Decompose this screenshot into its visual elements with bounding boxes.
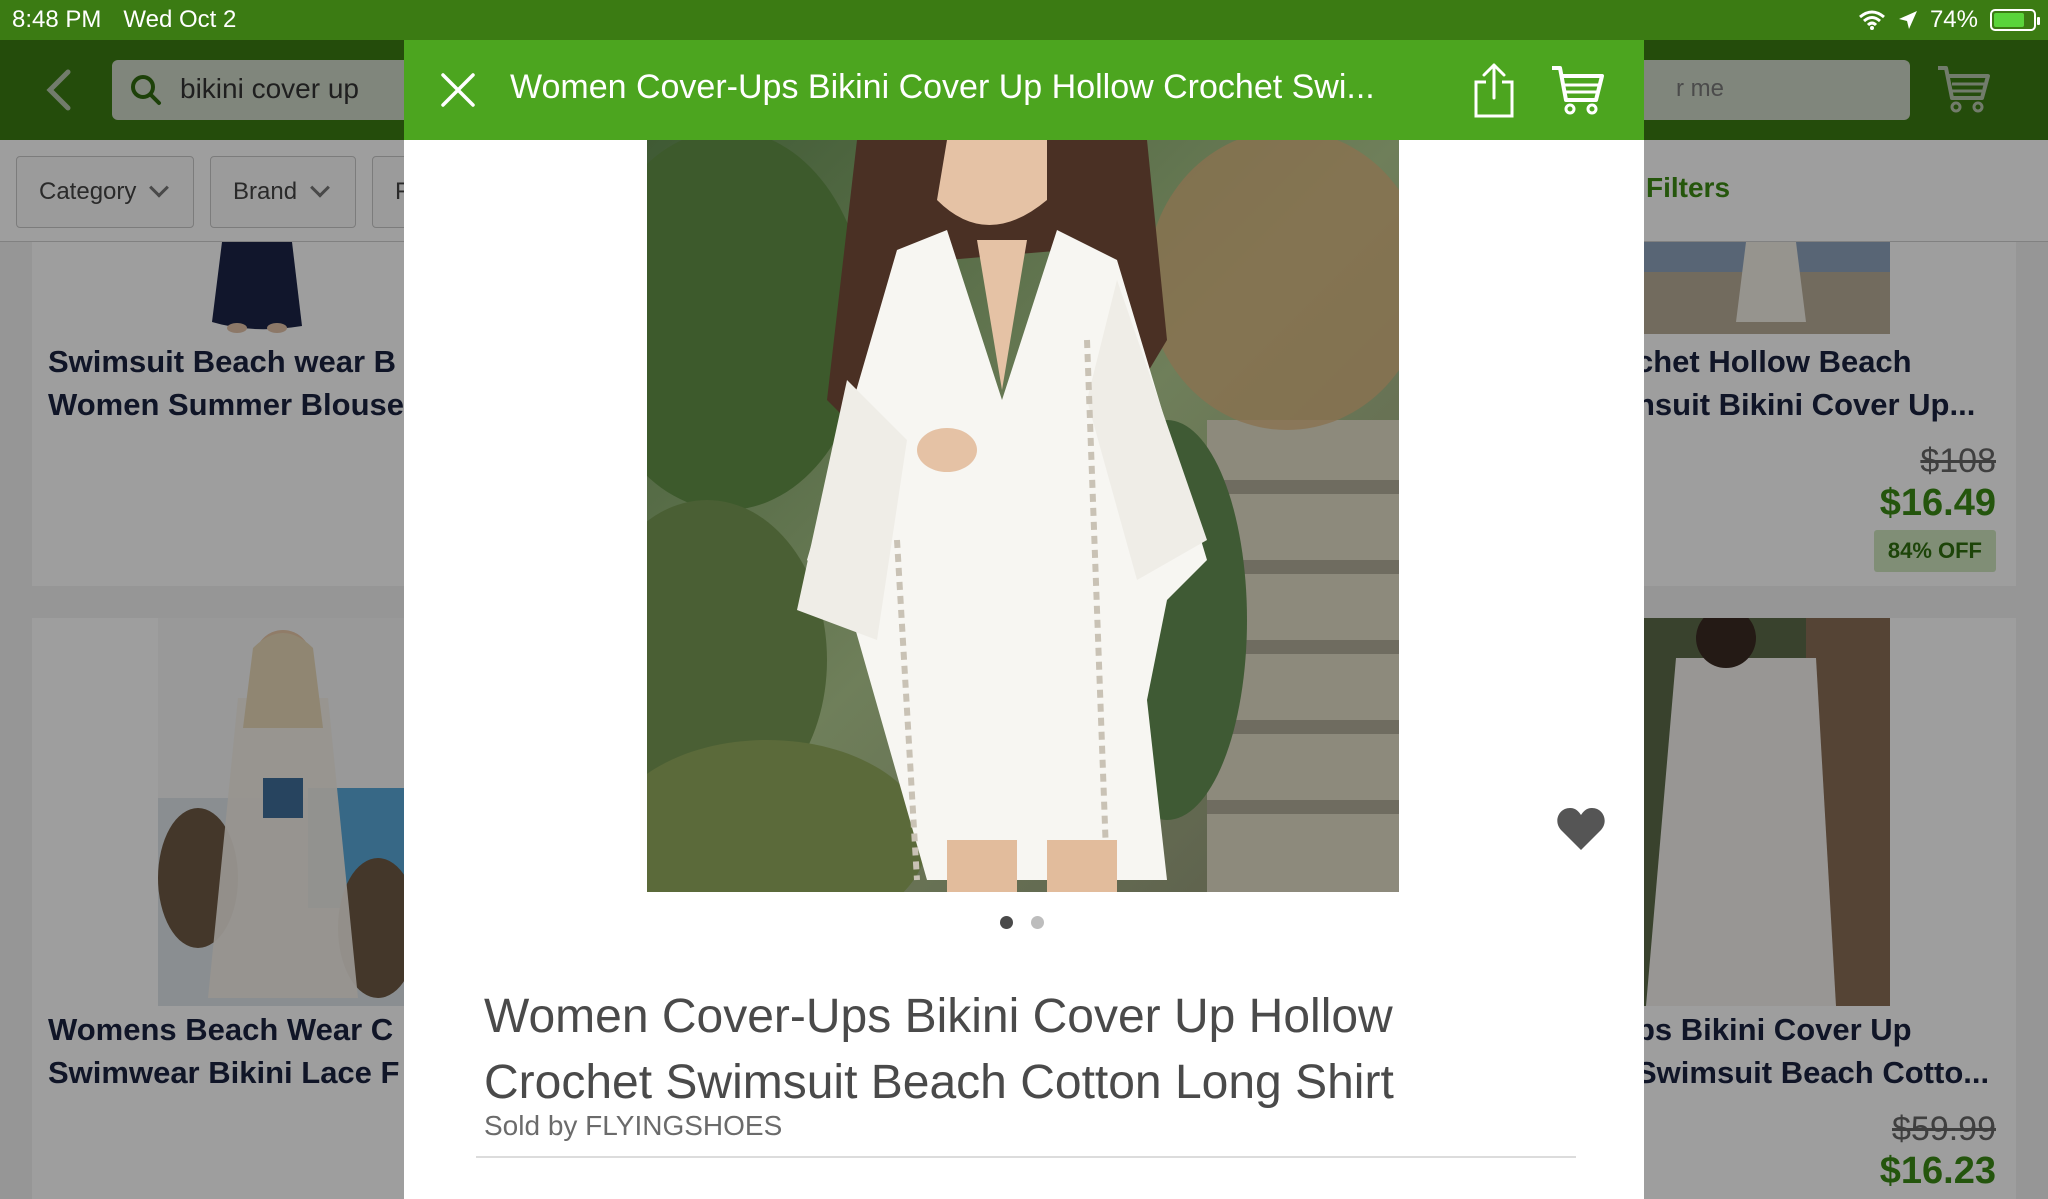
product-photo[interactable] [647, 140, 1399, 892]
product-detail-modal: Women Cover-Ups Bikini Cover Up Hollow C… [404, 40, 1644, 1199]
pagination-dot[interactable] [1031, 916, 1044, 929]
seller-label[interactable]: Sold by FLYINGSHOES [484, 1110, 782, 1142]
divider [476, 1156, 1576, 1158]
heart-icon[interactable] [1556, 806, 1606, 852]
wifi-icon [1858, 10, 1885, 30]
status-indicators: 74% [1858, 6, 2040, 34]
image-pagination [1000, 916, 1044, 929]
share-icon[interactable] [1472, 62, 1516, 118]
status-bar: 8:48 PM Wed Oct 2 74% [0, 0, 2048, 40]
status-date: Wed Oct 2 [123, 6, 237, 33]
location-arrow-icon [1898, 11, 1917, 29]
battery-percent: 74% [1929, 6, 1978, 33]
close-icon[interactable] [440, 72, 476, 108]
pagination-dot-active[interactable] [1000, 916, 1013, 929]
product-title-large: Women Cover-Ups Bikini Cover Up Hollow C… [484, 990, 1394, 1109]
cart-icon[interactable] [1550, 64, 1606, 116]
modal-header: Women Cover-Ups Bikini Cover Up Hollow C… [404, 40, 1644, 140]
screen: 8:48 PM Wed Oct 2 74% bikini cover up r … [0, 0, 2048, 1199]
battery-icon [1990, 9, 2040, 31]
status-time: 8:48 PM [12, 6, 102, 33]
modal-title: Women Cover-Ups Bikini Cover Up Hollow C… [510, 68, 1375, 106]
